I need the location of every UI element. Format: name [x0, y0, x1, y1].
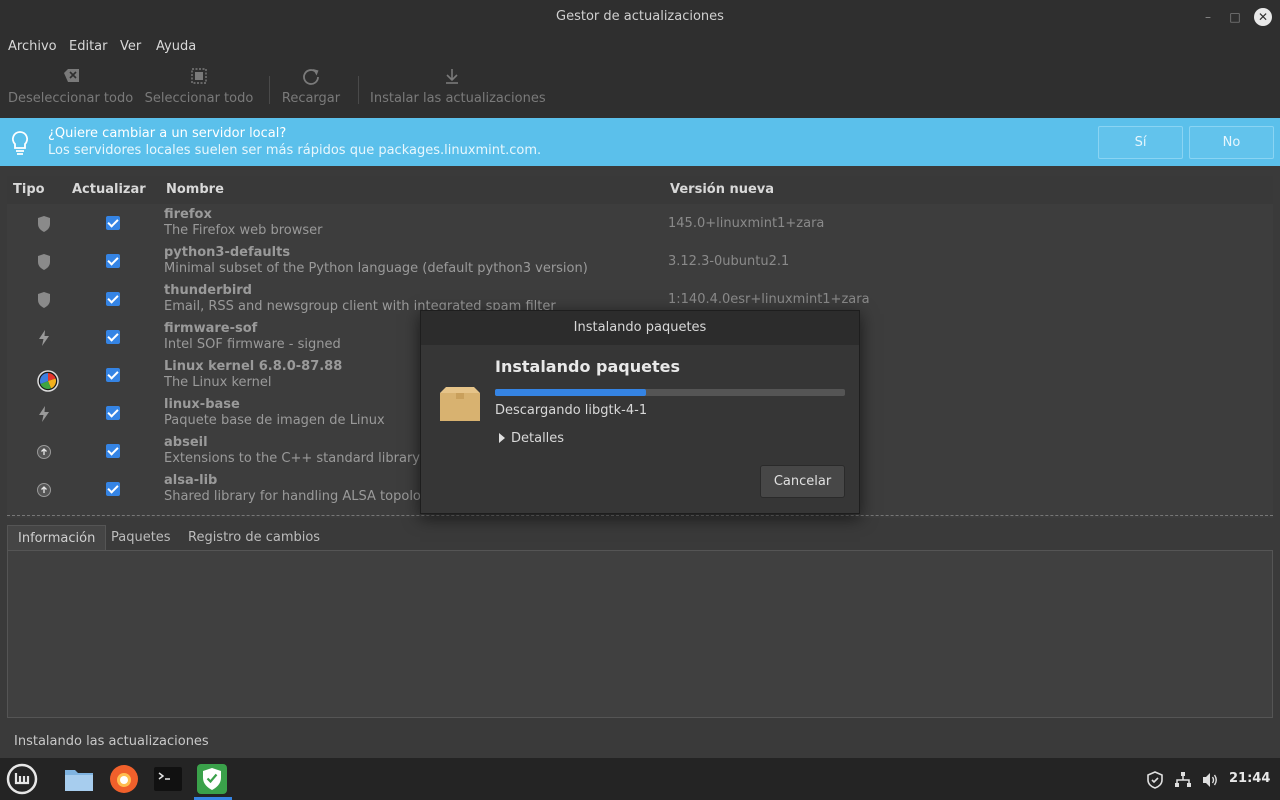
- update-checkbox[interactable]: [106, 406, 120, 420]
- package-name: linux-base: [164, 397, 240, 412]
- close-button[interactable]: ✕: [1254, 8, 1272, 26]
- menu-bar: Archivo Editar Ver Ayuda: [0, 34, 1280, 60]
- column-version[interactable]: Versión nueva: [670, 182, 774, 197]
- menu-editar[interactable]: Editar: [69, 39, 108, 54]
- firefox-icon[interactable]: [107, 762, 141, 796]
- select-all-button[interactable]: Seleccionar todo: [144, 60, 254, 118]
- infobar-question: ¿Quiere cambiar a un servidor local?: [48, 126, 287, 141]
- arrow-up-circle-icon: [37, 483, 51, 497]
- package-box-icon: [440, 387, 480, 421]
- shield-icon: [38, 216, 50, 232]
- select-all-label: Seleccionar todo: [144, 91, 254, 106]
- update-checkbox[interactable]: [106, 216, 120, 230]
- menu-archivo[interactable]: Archivo: [8, 39, 57, 54]
- toolbar-separator: [358, 76, 359, 104]
- shield-tray-icon[interactable]: [1146, 771, 1164, 789]
- column-actualizar[interactable]: Actualizar: [72, 182, 146, 197]
- network-icon[interactable]: [1174, 771, 1192, 789]
- menu-ayuda[interactable]: Ayuda: [156, 39, 196, 54]
- terminal-icon[interactable]: [151, 762, 185, 796]
- package-description: The Firefox web browser: [164, 223, 323, 238]
- menu-ver[interactable]: Ver: [120, 39, 141, 54]
- status-text: Instalando las actualizaciones: [14, 734, 209, 749]
- reload-label: Recargar: [281, 91, 341, 106]
- reload-button[interactable]: Recargar: [280, 60, 342, 118]
- deselect-all-label: Deseleccionar todo: [8, 91, 134, 106]
- package-name: firmware-sof: [164, 321, 258, 336]
- reload-icon: [303, 69, 319, 85]
- toolbar-separator: [269, 76, 270, 104]
- package-name: Linux kernel 6.8.0-87.88: [164, 359, 343, 374]
- update-checkbox[interactable]: [106, 330, 120, 344]
- lightning-icon: [39, 330, 49, 346]
- details-expander[interactable]: Detalles: [499, 431, 564, 446]
- clock[interactable]: 21:44: [1229, 771, 1270, 786]
- files-icon[interactable]: [62, 762, 96, 796]
- title-bar: Gestor de actualizaciones – □ ✕: [0, 0, 1280, 34]
- package-description: The Linux kernel: [164, 375, 272, 390]
- progress-fill: [495, 389, 646, 396]
- package-name: firefox: [164, 207, 212, 222]
- package-name: abseil: [164, 435, 208, 450]
- update-manager-icon[interactable]: [195, 762, 229, 796]
- update-checkbox[interactable]: [106, 444, 120, 458]
- taskbar: 21:44: [0, 758, 1280, 800]
- select-all-icon: [191, 68, 207, 84]
- no-button[interactable]: No: [1189, 126, 1274, 159]
- tab-registro-cambios[interactable]: Registro de cambios: [178, 525, 330, 551]
- dialog-title: Instalando paquetes: [421, 311, 859, 345]
- minimize-button[interactable]: –: [1199, 8, 1217, 26]
- mint-menu-icon[interactable]: [5, 762, 39, 796]
- details-label: Detalles: [511, 431, 565, 446]
- cancel-button[interactable]: Cancelar: [760, 465, 845, 498]
- toolbar: Deseleccionar todo Seleccionar todo Reca…: [0, 60, 1280, 118]
- window-title: Gestor de actualizaciones: [556, 9, 724, 24]
- download-icon: [446, 69, 458, 84]
- tab-informacion[interactable]: Información: [7, 525, 107, 551]
- package-name: python3-defaults: [164, 245, 291, 260]
- expander-arrow-icon: [499, 433, 505, 443]
- installing-dialog: Instalando paquetes Instalando paquetes …: [420, 310, 860, 514]
- package-description: Paquete base de imagen de Linux: [164, 413, 385, 428]
- package-name: thunderbird: [164, 283, 252, 298]
- package-description: Intel SOF firmware - signed: [164, 337, 341, 352]
- yes-button[interactable]: Sí: [1098, 126, 1183, 159]
- dialog-heading: Instalando paquetes: [495, 357, 680, 376]
- lightning-icon: [39, 406, 49, 422]
- maximize-button[interactable]: □: [1226, 8, 1244, 26]
- deselect-all-button[interactable]: Deseleccionar todo: [8, 60, 134, 118]
- tab-paquetes[interactable]: Paquetes: [101, 525, 181, 551]
- update-checkbox[interactable]: [106, 254, 120, 268]
- package-version: 145.0+linuxmint1+zara: [668, 216, 825, 231]
- clear-icon: [64, 69, 79, 82]
- table-row[interactable]: firefox The Firefox web browser 145.0+li…: [7, 204, 1273, 242]
- install-updates-button[interactable]: Instalar las actualizaciones: [370, 60, 546, 118]
- update-checkbox[interactable]: [106, 368, 120, 382]
- table-row[interactable]: python3-defaults Minimal subset of the P…: [7, 242, 1273, 280]
- package-version: 1:140.4.0esr+linuxmint1+zara: [668, 292, 870, 307]
- package-description: Extensions to the C++ standard library: [164, 451, 420, 466]
- shield-icon: [38, 292, 50, 308]
- info-tabs: Información Paquetes Registro de cambios: [7, 525, 1273, 551]
- local-mirror-infobar: ¿Quiere cambiar a un servidor local? Los…: [0, 118, 1280, 166]
- column-tipo[interactable]: Tipo: [13, 182, 45, 197]
- package-description: Minimal subset of the Python language (d…: [164, 261, 588, 276]
- install-updates-label: Instalar las actualizaciones: [370, 91, 546, 106]
- pane-divider[interactable]: [7, 515, 1273, 516]
- tab-panel: [7, 550, 1273, 718]
- update-checkbox[interactable]: [106, 482, 120, 496]
- infobar-subtitle: Los servidores locales suelen ser más rá…: [48, 143, 542, 158]
- volume-icon[interactable]: [1201, 771, 1219, 789]
- column-nombre[interactable]: Nombre: [166, 182, 224, 197]
- progress-text: Descargando libgtk-4-1: [495, 403, 648, 418]
- package-name: alsa-lib: [164, 473, 218, 488]
- arrow-up-circle-icon: [37, 445, 51, 459]
- lightbulb-icon: [12, 131, 28, 155]
- progress-bar: [495, 389, 845, 396]
- table-header: Tipo Actualizar Nombre Versión nueva: [7, 176, 1273, 204]
- update-checkbox[interactable]: [106, 292, 120, 306]
- shield-icon: [38, 254, 50, 270]
- kernel-update-icon: [37, 370, 59, 392]
- package-version: 3.12.3-0ubuntu2.1: [668, 254, 790, 269]
